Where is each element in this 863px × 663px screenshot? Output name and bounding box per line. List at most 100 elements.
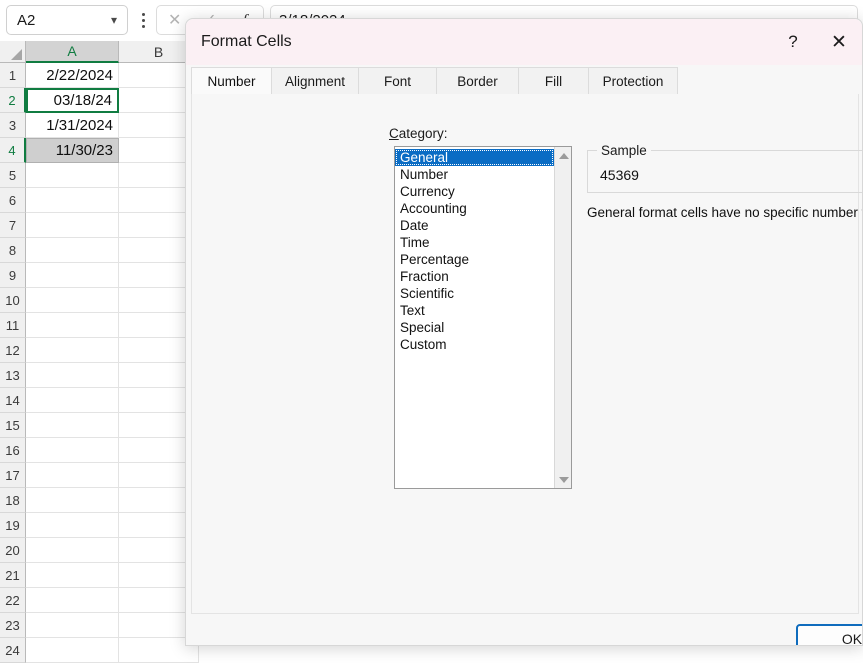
help-icon[interactable]: ? [770, 19, 816, 65]
row-header-17[interactable]: 17 [0, 463, 26, 488]
row-header-14[interactable]: 14 [0, 388, 26, 413]
category-item-percentage[interactable]: Percentage [395, 251, 554, 268]
scroll-up-icon[interactable] [555, 147, 572, 164]
cell-A15[interactable] [26, 413, 119, 438]
tab-fill[interactable]: Fill [518, 67, 588, 95]
tab-label: Protection [603, 74, 664, 89]
row-header-7[interactable]: 7 [0, 213, 26, 238]
row-header-19[interactable]: 19 [0, 513, 26, 538]
ok-button[interactable]: OK [796, 624, 863, 646]
row-header-label: 1 [9, 68, 16, 83]
name-box-value: A2 [7, 12, 101, 29]
table-row [26, 538, 199, 563]
tab-label: Border [457, 74, 498, 89]
row-header-20[interactable]: 20 [0, 538, 26, 563]
tab-border[interactable]: Border [436, 67, 518, 95]
more-options-icon[interactable] [136, 8, 150, 32]
row-header-label: 7 [9, 218, 16, 233]
category-scrollbar[interactable] [554, 147, 571, 488]
row-header-21[interactable]: 21 [0, 563, 26, 588]
row-header-24[interactable]: 24 [0, 638, 26, 663]
row-header-12[interactable]: 12 [0, 338, 26, 363]
chevron-down-icon[interactable]: ▾ [101, 13, 127, 27]
row-header-label: 24 [5, 643, 19, 658]
category-item-custom[interactable]: Custom [395, 336, 554, 353]
table-row [26, 563, 199, 588]
row-header-10[interactable]: 10 [0, 288, 26, 313]
column-header-label: A [67, 43, 76, 59]
select-all-corner[interactable] [0, 41, 26, 63]
table-row: 1/31/2024 [26, 113, 199, 138]
table-row [26, 488, 199, 513]
tab-number[interactable]: Number [191, 67, 271, 95]
cell-A3[interactable]: 1/31/2024 [26, 113, 119, 138]
cell-A11[interactable] [26, 313, 119, 338]
cell-A21[interactable] [26, 563, 119, 588]
cell-A19[interactable] [26, 513, 119, 538]
cell-A1[interactable]: 2/22/2024 [26, 63, 119, 88]
row-header-16[interactable]: 16 [0, 438, 26, 463]
row-header-6[interactable]: 6 [0, 188, 26, 213]
category-item-date[interactable]: Date [395, 217, 554, 234]
row-header-8[interactable]: 8 [0, 238, 26, 263]
category-item-accounting[interactable]: Accounting [395, 200, 554, 217]
scroll-down-triangle [559, 477, 569, 483]
name-box[interactable]: A2 ▾ [6, 5, 128, 35]
cell-A24[interactable] [26, 638, 119, 663]
cell-A5[interactable] [26, 163, 119, 188]
row-header-label: 2 [8, 93, 15, 108]
category-accel: C [389, 126, 399, 141]
tab-alignment[interactable]: Alignment [271, 67, 358, 95]
row-header-15[interactable]: 15 [0, 413, 26, 438]
row-header-label: 21 [5, 568, 19, 583]
cell-A20[interactable] [26, 538, 119, 563]
tab-protection[interactable]: Protection [588, 67, 678, 95]
scroll-down-icon[interactable] [555, 471, 572, 488]
row-header-1[interactable]: 1 [0, 63, 26, 88]
category-item-scientific[interactable]: Scientific [395, 285, 554, 302]
cell-A18[interactable] [26, 488, 119, 513]
cell-A13[interactable] [26, 363, 119, 388]
table-row [26, 463, 199, 488]
cell-A22[interactable] [26, 588, 119, 613]
column-header-a[interactable]: A [26, 41, 119, 63]
cell-A4[interactable]: 11/30/23 [26, 138, 119, 163]
table-row [26, 413, 199, 438]
row-header-3[interactable]: 3 [0, 113, 26, 138]
cell-A17[interactable] [26, 463, 119, 488]
row-header-2[interactable]: 2 [0, 88, 26, 113]
sample-legend: Sample [597, 143, 651, 158]
cell-A12[interactable] [26, 338, 119, 363]
row-header-11[interactable]: 11 [0, 313, 26, 338]
category-item-number[interactable]: Number [395, 166, 554, 183]
category-listbox[interactable]: GeneralNumberCurrencyAccountingDateTimeP… [394, 146, 572, 489]
row-header-22[interactable]: 22 [0, 588, 26, 613]
cell-A10[interactable] [26, 288, 119, 313]
tab-font[interactable]: Font [358, 67, 436, 95]
close-icon[interactable]: ✕ [816, 19, 862, 65]
category-item-currency[interactable]: Currency [395, 183, 554, 200]
category-item-general[interactable]: General [395, 149, 554, 166]
row-header-18[interactable]: 18 [0, 488, 26, 513]
category-item-special[interactable]: Special [395, 319, 554, 336]
cell-A6[interactable] [26, 188, 119, 213]
cell-A23[interactable] [26, 613, 119, 638]
cell-A8[interactable] [26, 238, 119, 263]
cell-A2[interactable]: 03/18/24 [26, 88, 119, 113]
table-row [26, 363, 199, 388]
row-header-9[interactable]: 9 [0, 263, 26, 288]
row-header-23[interactable]: 23 [0, 613, 26, 638]
cell-A16[interactable] [26, 438, 119, 463]
cell-A14[interactable] [26, 388, 119, 413]
cell-A9[interactable] [26, 263, 119, 288]
row-header-4[interactable]: 4 [0, 138, 26, 163]
category-item-text[interactable]: Text [395, 302, 554, 319]
category-item-time[interactable]: Time [395, 234, 554, 251]
category-item-fraction[interactable]: Fraction [395, 268, 554, 285]
row-header-label: 13 [5, 368, 19, 383]
table-row [26, 188, 199, 213]
row-header-label: 3 [9, 118, 16, 133]
row-header-13[interactable]: 13 [0, 363, 26, 388]
cell-A7[interactable] [26, 213, 119, 238]
row-header-5[interactable]: 5 [0, 163, 26, 188]
